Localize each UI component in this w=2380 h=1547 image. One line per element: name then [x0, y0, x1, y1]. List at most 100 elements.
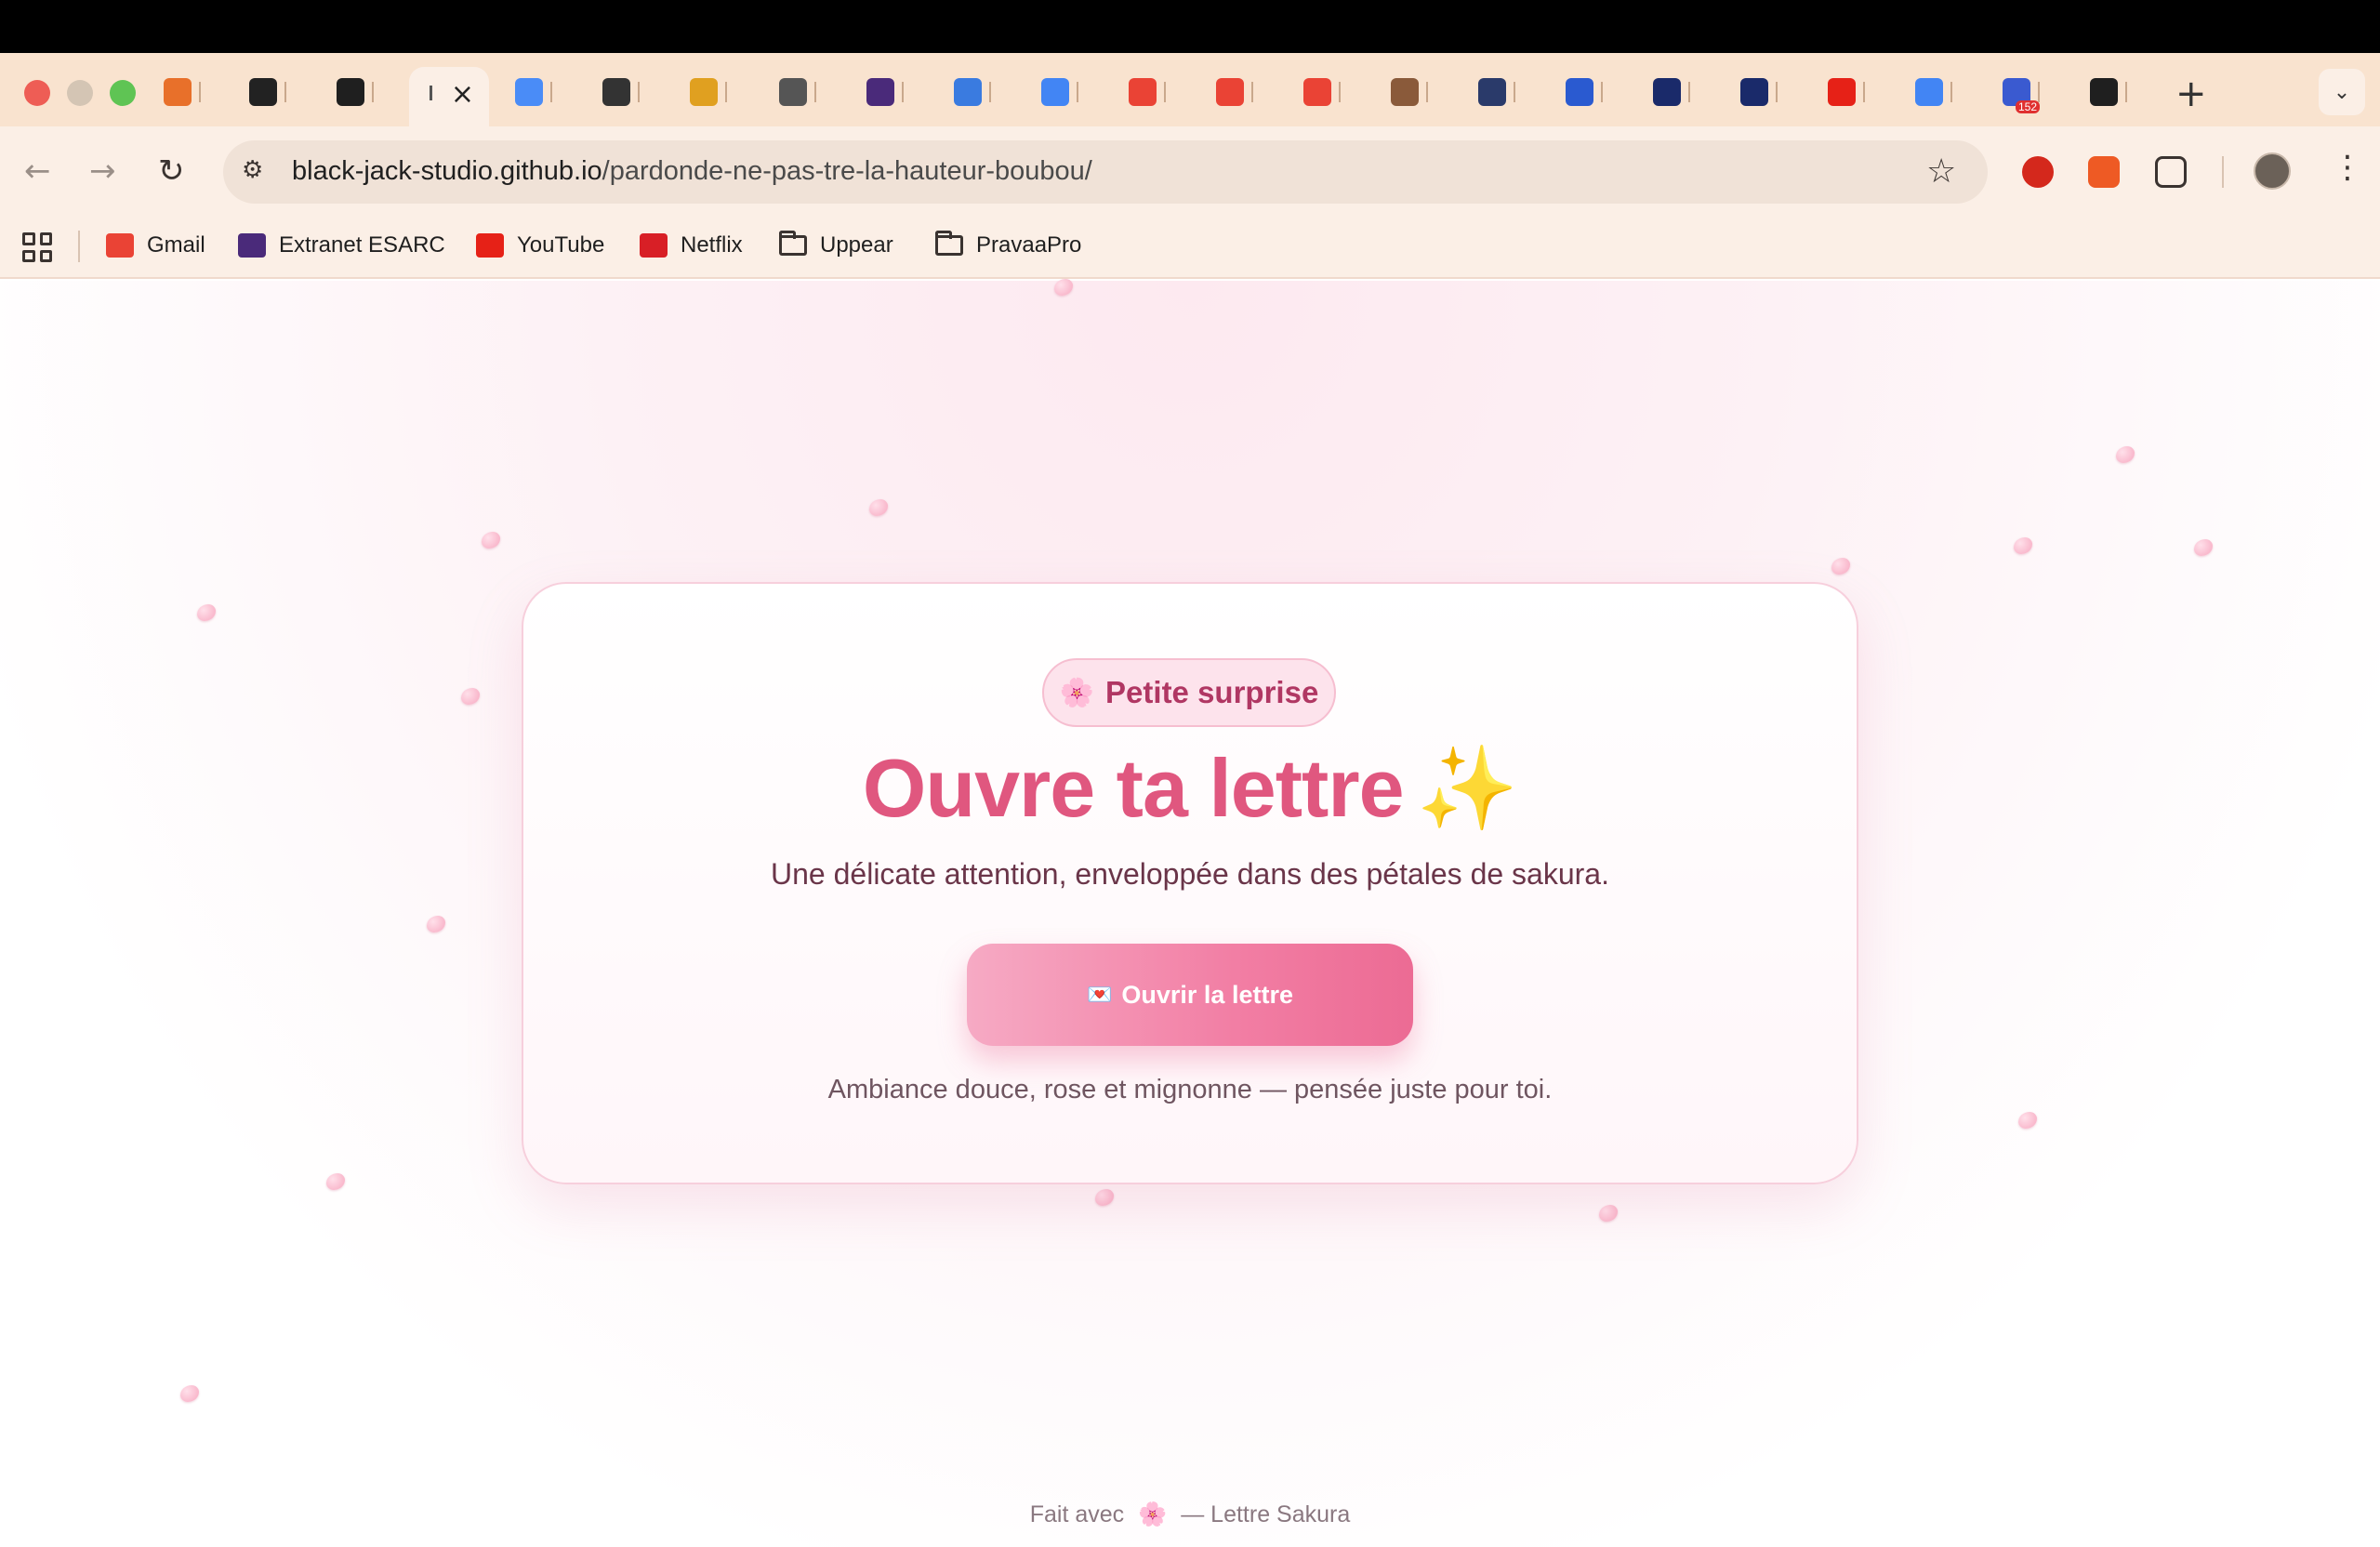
chevron-down-icon: ⌄ [2333, 80, 2351, 103]
love-letter-icon: 💌 [1087, 983, 1113, 1007]
back-button[interactable]: ← [24, 152, 51, 190]
active-tab[interactable]: × [409, 67, 489, 126]
browser-tab[interactable] [515, 67, 552, 117]
tab-divider [199, 82, 201, 102]
tab-divider [989, 82, 991, 102]
window-close-button[interactable] [24, 80, 50, 106]
browser-tab[interactable] [1740, 67, 1778, 117]
toolbar-divider [2222, 156, 2224, 188]
url-path: /pardonde-ne-pas-tre-la-hauteur-boubou/ [602, 156, 1092, 186]
tab-badge: 152 [2016, 100, 2041, 113]
close-tab-icon[interactable]: × [451, 78, 474, 111]
browser-tab[interactable] [249, 67, 286, 117]
sparkles-icon: ✨ [1416, 740, 1519, 836]
window-minimize-button[interactable] [67, 80, 93, 106]
url-host: black-jack-studio.github.io [292, 156, 602, 186]
tab-divider [372, 82, 374, 102]
browser-tab[interactable] [1653, 67, 1690, 117]
browser-tab[interactable] [1828, 67, 1865, 117]
tab-divider [1601, 82, 1603, 102]
footer-prefix: Fait avec [1029, 1501, 1125, 1527]
tab-divider [550, 82, 552, 102]
shield-icon [1566, 78, 1593, 106]
bookmark-item[interactable]: Uppear [779, 231, 893, 258]
extensions-puzzle-icon[interactable] [2155, 156, 2187, 188]
gmail-icon [1129, 78, 1157, 106]
browser-tab[interactable] [2090, 67, 2127, 117]
tab-search-button[interactable]: ⌄ [2319, 69, 2365, 115]
p-logo-icon [1653, 78, 1681, 106]
orange-puzzle-icon [164, 78, 192, 106]
open-letter-button[interactable]: 💌 Ouvrir la lettre [967, 944, 1413, 1046]
bookmark-star-icon[interactable]: ☆ [1926, 152, 1956, 191]
footer-suffix: Lettre Sakura [1210, 1501, 1351, 1527]
cherry-blossom-icon: 🌸 [1059, 676, 1095, 709]
bookmark-item[interactable]: YouTube [476, 232, 604, 258]
browser-tab[interactable] [690, 67, 727, 117]
browser-tab[interactable] [1915, 67, 1952, 117]
gmail-icon [106, 233, 134, 258]
tab-divider [1164, 82, 1166, 102]
browser-menu-icon[interactable]: ⋮ [2332, 149, 2363, 186]
browser-tab[interactable] [866, 67, 904, 117]
browser-tab[interactable] [1566, 67, 1603, 117]
gmail-icon [1303, 78, 1331, 106]
tab-divider [902, 82, 904, 102]
circle-logo-icon [690, 78, 718, 106]
tab-divider [284, 82, 286, 102]
browser-tab[interactable] [337, 67, 374, 117]
apps-grid-icon[interactable] [22, 232, 52, 262]
browser-tab[interactable] [954, 67, 991, 117]
tab-divider [814, 82, 816, 102]
folder-icon [779, 231, 807, 258]
blue-apple-icon [515, 78, 543, 106]
google-icon [1915, 78, 1943, 106]
netflix-icon [640, 233, 668, 258]
slides-extension-icon[interactable] [2088, 156, 2120, 188]
bookmark-label: Netflix [681, 232, 743, 258]
browser-tab[interactable] [1391, 67, 1428, 117]
url-text[interactable]: black-jack-studio.github.io/pardonde-ne-… [292, 156, 1092, 187]
browser-tab[interactable] [1041, 67, 1078, 117]
browser-tab[interactable] [1216, 67, 1253, 117]
reload-button[interactable]: ↻ [158, 152, 185, 190]
google-icon [1041, 78, 1069, 106]
window-zoom-button[interactable] [110, 80, 136, 106]
surprise-badge-label: Petite surprise [1105, 675, 1319, 709]
youtube-icon [476, 233, 504, 258]
browser-tab[interactable] [1129, 67, 1166, 117]
tab-divider [1688, 82, 1690, 102]
ambiance-note: Ambiance douce, rose et mignonne — pensé… [827, 1075, 1553, 1104]
browser-tab[interactable]: 152 [2003, 67, 2041, 117]
browser-tab[interactable] [1303, 67, 1341, 117]
green-bolt-icon [249, 78, 277, 106]
bookmark-item[interactable]: Netflix [640, 232, 743, 258]
browser-tab[interactable] [164, 67, 201, 117]
contacts-icon [954, 78, 982, 106]
esarc-icon [238, 233, 266, 258]
browser-tab[interactable] [602, 67, 640, 117]
tab-divider [638, 82, 640, 102]
open-letter-label: Ouvrir la lettre [1121, 980, 1293, 1009]
new-tab-button[interactable]: + [2175, 73, 2207, 115]
banner-icon [1478, 78, 1506, 106]
tab-divider [1950, 82, 1952, 102]
bookmark-label: Extranet ESARC [279, 232, 445, 258]
apple-icon [602, 78, 630, 106]
bookmark-item[interactable]: Gmail [106, 232, 205, 258]
adblock-extension-icon[interactable] [2022, 156, 2054, 188]
bookmark-item[interactable]: Extranet ESARC [238, 232, 445, 258]
bookmark-item[interactable]: PravaaPro [935, 231, 1081, 258]
site-settings-icon[interactable]: ⚙ [242, 156, 271, 186]
tab-divider [725, 82, 727, 102]
github-icon [337, 78, 364, 106]
browser-tab[interactable] [1478, 67, 1515, 117]
forward-button[interactable]: → [89, 152, 116, 190]
cherry-blossom-icon: 🌸 [1138, 1501, 1168, 1527]
profile-avatar[interactable] [2254, 152, 2291, 190]
tab-divider [2038, 82, 2040, 102]
tab-divider [1426, 82, 1428, 102]
surprise-badge: 🌸 Petite surprise [1042, 658, 1336, 727]
browser-tab[interactable] [779, 67, 816, 117]
tab-divider [1514, 82, 1515, 102]
